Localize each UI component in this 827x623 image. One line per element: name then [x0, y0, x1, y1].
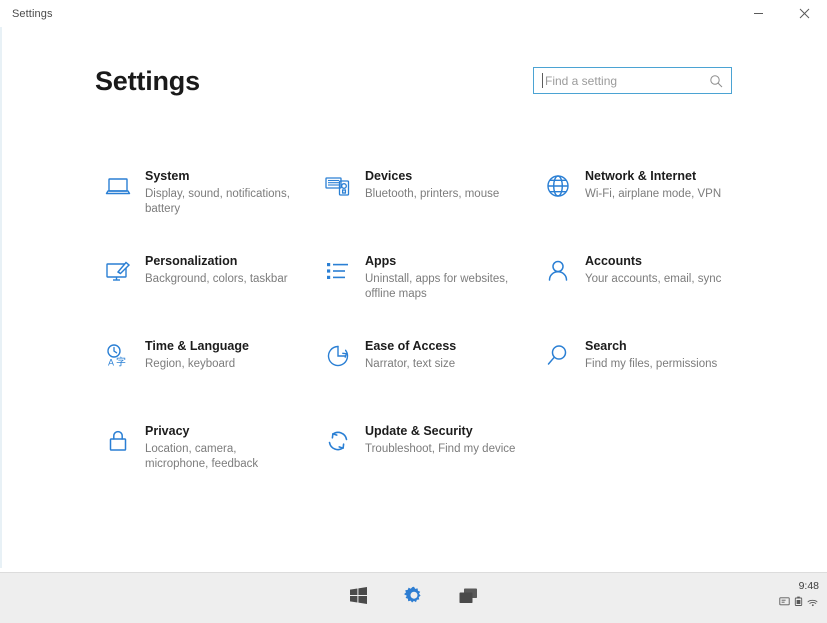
minimize-button[interactable]: [736, 0, 781, 27]
window-controls: [736, 0, 827, 27]
windows-stack-icon: [459, 588, 478, 609]
battery-icon[interactable]: [794, 596, 803, 607]
task-view-button[interactable]: [454, 583, 484, 613]
settings-category-personalization[interactable]: Personalization Background, colors, task…: [101, 252, 321, 337]
settings-row: A 字 Time & Language Region, keyboard: [101, 337, 761, 422]
settings-row: System Display, sound, notifications, ba…: [101, 167, 761, 252]
category-title: Apps: [365, 254, 517, 269]
category-subtitle: Display, sound, notifications, battery: [145, 187, 297, 217]
category-subtitle: Uninstall, apps for websites, offline ma…: [365, 272, 517, 302]
category-title: Ease of Access: [365, 339, 456, 354]
tray-icon-group: [779, 596, 819, 607]
close-button[interactable]: [781, 0, 827, 27]
category-text: Apps Uninstall, apps for websites, offli…: [365, 252, 517, 302]
category-subtitle: Location, camera, microphone, feedback: [145, 442, 297, 472]
window-titlebar: Settings: [0, 0, 827, 28]
system-tray: 9:48: [779, 579, 819, 607]
settings-row: Personalization Background, colors, task…: [101, 252, 761, 337]
category-text: Accounts Your accounts, email, sync: [585, 252, 721, 287]
settings-category-apps[interactable]: Apps Uninstall, apps for websites, offli…: [321, 252, 541, 337]
category-subtitle: Wi-Fi, airplane mode, VPN: [585, 187, 721, 202]
settings-grid-empty-cell: [541, 422, 761, 507]
svg-text:A: A: [108, 358, 114, 368]
taskbar-settings-button[interactable]: [399, 583, 429, 613]
category-text: Update & Security Troubleshoot, Find my …: [365, 422, 515, 457]
category-title: Privacy: [145, 424, 297, 439]
message-icon[interactable]: [779, 596, 790, 607]
taskbar-clock[interactable]: 9:48: [799, 579, 819, 593]
settings-category-search[interactable]: Search Find my files, permissions: [541, 337, 761, 422]
windows-logo-icon: [350, 587, 367, 609]
category-subtitle: Narrator, text size: [365, 357, 456, 372]
category-text: Search Find my files, permissions: [585, 337, 717, 372]
category-title: Search: [585, 339, 717, 354]
search-input[interactable]: Find a setting: [533, 67, 732, 94]
category-title: System: [145, 169, 297, 184]
category-title: Accounts: [585, 254, 721, 269]
settings-category-privacy[interactable]: Privacy Location, camera, microphone, fe…: [101, 422, 321, 507]
category-title: Devices: [365, 169, 499, 184]
taskbar: 9:48: [0, 572, 827, 623]
category-text: Devices Bluetooth, printers, mouse: [365, 167, 499, 202]
category-text: Personalization Background, colors, task…: [145, 252, 288, 287]
refresh-icon: [321, 424, 355, 458]
category-subtitle: Troubleshoot, Find my device: [365, 442, 515, 457]
settings-category-ease-of-access[interactable]: Ease of Access Narrator, text size: [321, 337, 541, 422]
category-text: System Display, sound, notifications, ba…: [145, 167, 297, 217]
category-subtitle: Find my files, permissions: [585, 357, 717, 372]
settings-body: Settings Find a setting: [0, 27, 827, 568]
settings-category-system[interactable]: System Display, sound, notifications, ba…: [101, 167, 321, 252]
settings-category-accounts[interactable]: Accounts Your accounts, email, sync: [541, 252, 761, 337]
minimize-icon: [753, 8, 764, 19]
category-text: Privacy Location, camera, microphone, fe…: [145, 422, 297, 472]
lock-icon: [101, 424, 135, 458]
category-title: Update & Security: [365, 424, 515, 439]
page-title: Settings: [95, 66, 200, 97]
taskbar-buttons: [0, 573, 827, 623]
settings-category-update-security[interactable]: Update & Security Troubleshoot, Find my …: [321, 422, 541, 507]
network-icon[interactable]: [807, 596, 819, 607]
svg-text:字: 字: [116, 356, 126, 369]
person-icon: [541, 254, 575, 288]
settings-grid: System Display, sound, notifications, ba…: [101, 167, 761, 507]
settings-window: Settings Settings: [0, 0, 827, 622]
category-title: Time & Language: [145, 339, 249, 354]
monitor-brush-icon: [101, 254, 135, 288]
category-title: Personalization: [145, 254, 288, 269]
settings-category-time-language[interactable]: A 字 Time & Language Region, keyboard: [101, 337, 321, 422]
text-caret: [542, 73, 543, 88]
clock-language-icon: A 字: [101, 339, 135, 373]
category-title: Network & Internet: [585, 169, 721, 184]
category-subtitle: Bluetooth, printers, mouse: [365, 187, 499, 202]
start-button[interactable]: [344, 583, 374, 613]
settings-category-network[interactable]: Network & Internet Wi-Fi, airplane mode,…: [541, 167, 761, 252]
search-placeholder: Find a setting: [545, 74, 709, 88]
list-icon: [321, 254, 355, 288]
category-subtitle: Region, keyboard: [145, 357, 249, 372]
globe-icon: [541, 169, 575, 203]
category-text: Network & Internet Wi-Fi, airplane mode,…: [585, 167, 721, 202]
gear-icon: [404, 586, 424, 611]
settings-row: Privacy Location, camera, microphone, fe…: [101, 422, 761, 507]
magnifier-icon: [541, 339, 575, 373]
category-subtitle: Your accounts, email, sync: [585, 272, 721, 287]
category-text: Ease of Access Narrator, text size: [365, 337, 456, 372]
close-icon: [799, 8, 810, 19]
window-title: Settings: [12, 8, 53, 20]
laptop-icon: [101, 169, 135, 203]
search-icon[interactable]: [709, 74, 723, 88]
settings-category-devices[interactable]: Devices Bluetooth, printers, mouse: [321, 167, 541, 252]
category-subtitle: Background, colors, taskbar: [145, 272, 288, 287]
clock-arrow-icon: [321, 339, 355, 373]
category-text: Time & Language Region, keyboard: [145, 337, 249, 372]
keyboard-device-icon: [321, 169, 355, 203]
